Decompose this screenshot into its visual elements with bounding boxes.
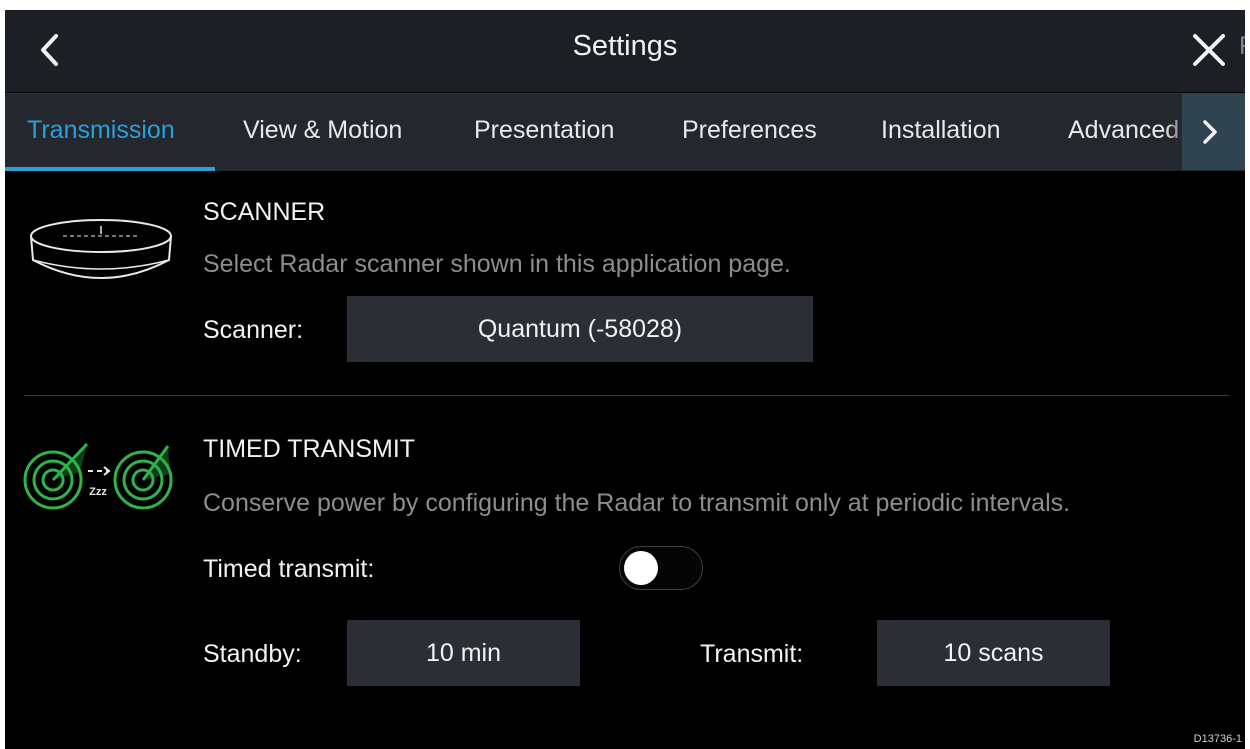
header-bar: Settings xyxy=(5,10,1245,92)
close-icon xyxy=(1193,34,1225,66)
transmit-label: Transmit: xyxy=(700,640,804,668)
section-divider xyxy=(24,395,1229,396)
reference-code: D13736-1 xyxy=(1193,733,1242,745)
close-button[interactable] xyxy=(1187,28,1231,72)
scanner-label: Scanner: xyxy=(203,316,304,344)
standby-label: Standby: xyxy=(203,640,302,668)
tab-next-partial: R xyxy=(1239,32,1245,61)
chevron-right-icon xyxy=(1203,120,1217,144)
scanner-section-title: SCANNER xyxy=(203,198,326,226)
active-tab-indicator xyxy=(5,167,215,171)
tab-transmission[interactable]: Transmission xyxy=(27,116,175,145)
tab-advanced[interactable]: Advanced xyxy=(1068,116,1179,145)
tab-scroll-right-button[interactable] xyxy=(1182,94,1245,170)
standby-select-button[interactable]: 10 min xyxy=(347,620,580,686)
page-title: Settings xyxy=(572,30,678,62)
tab-presentation[interactable]: Presentation xyxy=(474,116,614,145)
transmit-select-button[interactable]: 10 scans xyxy=(877,620,1110,686)
timed-transmit-section-description: Conserve power by configuring the Radar … xyxy=(203,489,1071,517)
radar-scanner-icon xyxy=(30,219,172,279)
scanner-select-button[interactable]: Quantum (-58028) xyxy=(347,296,813,362)
toggle-knob xyxy=(624,551,658,585)
tab-installation[interactable]: Installation xyxy=(881,116,1001,145)
tab-view-motion[interactable]: View & Motion xyxy=(243,116,402,145)
tab-preferences[interactable]: Preferences xyxy=(682,116,817,145)
timed-transmit-toggle[interactable] xyxy=(619,546,703,590)
radar-timed-icon: Zzz xyxy=(23,442,173,510)
timed-transmit-section-title: TIMED TRANSMIT xyxy=(203,435,416,463)
timed-transmit-label: Timed transmit: xyxy=(203,555,375,583)
settings-screen: Settings Transmission View & Motion Pres… xyxy=(5,10,1245,749)
scanner-section-description: Select Radar scanner shown in this appli… xyxy=(203,250,791,278)
tab-bar: Transmission View & Motion Presentation … xyxy=(5,93,1245,171)
zzz-label: Zzz xyxy=(89,486,107,498)
